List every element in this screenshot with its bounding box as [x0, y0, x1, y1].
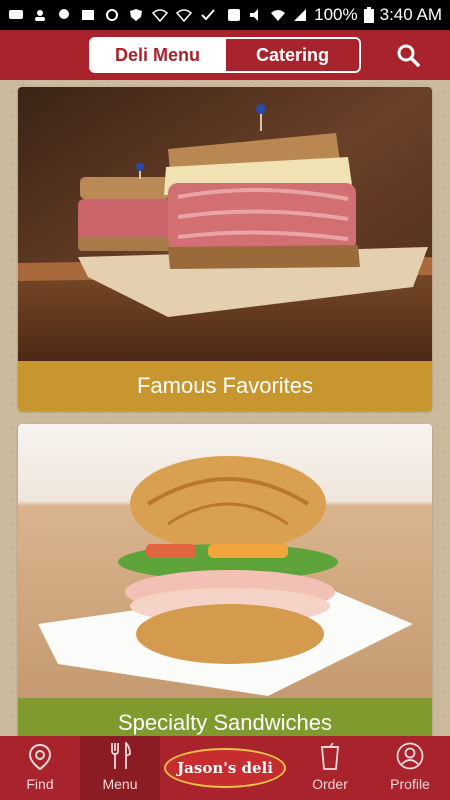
category-label: Specialty Sandwiches	[18, 698, 432, 736]
category-card-famous-favorites[interactable]: Famous Favorites	[18, 87, 432, 411]
battery-percent: 100%	[314, 5, 358, 24]
cup-icon	[321, 742, 339, 770]
category-label: Famous Favorites	[18, 361, 432, 411]
location-icon	[59, 9, 69, 19]
jasons-deli-logo: Jason's deli	[164, 748, 286, 788]
bottom-navigation: Find Menu Jason's deli Order Profile	[0, 736, 450, 800]
user-icon	[396, 742, 424, 770]
shield-icon	[130, 9, 142, 21]
person-icon	[35, 10, 45, 21]
menu-category-list: Famous Favorites Specialty Sandwiches	[0, 80, 450, 736]
status-notifications	[8, 8, 216, 22]
nav-profile[interactable]: Profile	[370, 736, 450, 800]
wifi-icon	[271, 10, 286, 21]
nav-logo[interactable]: Jason's deli	[160, 736, 290, 800]
nav-label: Profile	[390, 776, 430, 792]
check-icon	[201, 9, 215, 21]
category-card-specialty-sandwiches[interactable]: Specialty Sandwiches	[18, 424, 432, 736]
search-icon[interactable]	[396, 43, 420, 67]
nav-menu[interactable]: Menu	[80, 736, 160, 800]
nav-find[interactable]: Find	[0, 736, 80, 800]
nav-label: Find	[26, 776, 54, 792]
nfc-icon	[228, 9, 241, 21]
fork-knife-icon	[111, 742, 131, 769]
nav-label: Order	[312, 776, 348, 792]
wifi-outline-icon-2	[176, 9, 192, 22]
sync-icon	[106, 9, 118, 21]
chat-icon	[9, 10, 23, 19]
tab-deli-menu[interactable]: Deli Menu	[91, 39, 224, 71]
app-header: Deli Menu Catering	[0, 30, 450, 80]
clock: 3:40 AM	[379, 5, 442, 24]
wifi-outline-icon	[152, 9, 168, 22]
tab-catering[interactable]: Catering	[224, 39, 359, 71]
reuben-sandwich-image	[18, 87, 432, 361]
nav-order[interactable]: Order	[290, 736, 370, 800]
menu-segmented-control: Deli Menu Catering	[89, 37, 361, 73]
croissant-sandwich-image	[18, 424, 432, 698]
nav-label: Menu	[102, 776, 138, 792]
image-icon	[82, 10, 94, 20]
battery-icon	[363, 7, 374, 23]
status-bar: 100% 3:40 AM	[0, 0, 450, 30]
location-pin-icon	[29, 744, 51, 770]
mute-icon	[250, 9, 259, 21]
status-system: 100% 3:40 AM	[226, 5, 442, 25]
signal-icon	[294, 9, 307, 21]
